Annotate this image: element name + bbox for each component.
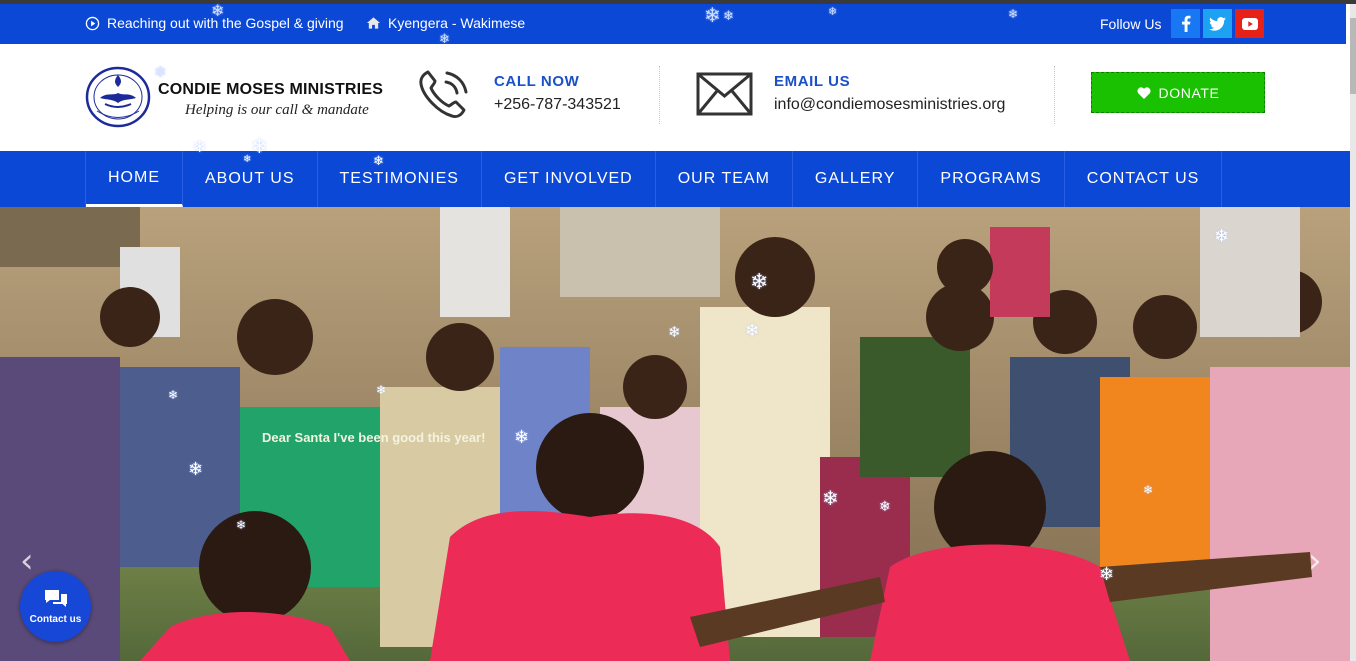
contact-chat-button[interactable]: Contact us: [20, 571, 91, 642]
snowflake-icon: ❄: [879, 498, 891, 514]
snowflake-icon: ❄: [243, 154, 252, 165]
divider: [659, 66, 660, 124]
facebook-button[interactable]: [1171, 9, 1200, 38]
snowflake-icon: ❄: [668, 324, 681, 341]
nav-item-gallery[interactable]: GALLERY: [793, 151, 919, 207]
chat-label: Contact us: [29, 614, 82, 625]
snowflake-icon: ❄: [188, 459, 204, 479]
snowflake-icon: ❄: [514, 427, 530, 447]
nav-item-programs[interactable]: PROGRAMS: [918, 151, 1065, 207]
heart-icon: [1137, 86, 1151, 99]
envelope-icon: [696, 72, 753, 116]
donate-label: DONATE: [1158, 84, 1220, 101]
phone-icon: [419, 70, 468, 118]
snowflake-icon: ❄: [439, 31, 450, 46]
nav-item-home[interactable]: HOME: [86, 151, 183, 207]
top-bar: Reaching out with the Gospel & giving Ky…: [0, 4, 1346, 44]
snowflake-icon: ❄: [376, 383, 387, 397]
slider-next-arrow[interactable]: ›: [1308, 541, 1322, 581]
snowflake-icon: ❄: [193, 139, 207, 156]
youtube-icon: [1241, 17, 1258, 30]
youtube-button[interactable]: [1235, 9, 1264, 38]
ministry-logo-icon[interactable]: [85, 66, 151, 128]
nav-item-our-team[interactable]: OUR TEAM: [656, 151, 793, 207]
snowflake-icon: ❄: [211, 3, 225, 20]
scrollbar-thumb[interactable]: [1350, 18, 1356, 94]
brand-tagline: Helping is our call & mandate: [185, 102, 369, 118]
main-navigation: HOME ABOUT US TESTIMONIES GET INVOLVED O…: [0, 151, 1350, 207]
snowflake-icon: ❄: [745, 321, 760, 340]
snowflake-icon: ❄: [750, 269, 769, 294]
snowflake-icon: ❄: [704, 5, 721, 27]
call-now-label: CALL NOW: [494, 73, 580, 90]
location-item: Kyengera - Wakimese: [366, 15, 525, 31]
nav-item-contact-us[interactable]: CONTACT US: [1065, 151, 1223, 207]
snowflake-icon: ❄: [168, 388, 179, 402]
hero-slider: Dear Santa I've been good this year! ❄ ❄…: [0, 207, 1350, 661]
snowflake-icon: ❄: [236, 518, 247, 532]
page-scrollbar[interactable]: [1350, 4, 1356, 661]
shirt-print: Dear Santa I've been good this year!: [262, 430, 485, 445]
snowflake-icon: ❄: [723, 8, 734, 23]
facebook-icon: [1181, 15, 1190, 32]
snowflake-icon: ❄: [828, 6, 838, 18]
location-text: Kyengera - Wakimese: [388, 15, 526, 31]
snowflake-icon: ❄: [1008, 7, 1019, 21]
slider-prev-arrow[interactable]: ‹: [20, 541, 34, 581]
snowflake-icon: ❄: [1214, 226, 1230, 246]
tagline-text: Reaching out with the Gospel & giving: [107, 15, 344, 31]
site-header: CONDIE MOSES MINISTRIES Helping is our c…: [0, 44, 1346, 151]
home-icon: [366, 17, 381, 29]
brand-name[interactable]: CONDIE MOSES MINISTRIES: [158, 81, 383, 99]
email-us-label: EMAIL US: [774, 73, 851, 90]
hero-photo: Dear Santa I've been good this year!: [0, 207, 1350, 661]
twitter-button[interactable]: [1203, 9, 1232, 38]
divider: [1054, 66, 1055, 124]
nav-item-get-involved[interactable]: GET INVOLVED: [482, 151, 656, 207]
email-address[interactable]: info@condiemosesministries.org: [774, 96, 1005, 114]
snowflake-icon: ❄: [1143, 483, 1154, 497]
follow-label: Follow Us: [1100, 16, 1162, 32]
play-circle-icon: [85, 16, 100, 30]
donate-button[interactable]: DONATE: [1091, 72, 1265, 113]
chat-bubbles-icon: [44, 590, 67, 607]
twitter-icon: [1209, 16, 1226, 31]
snowflake-icon: ❄: [1099, 564, 1115, 584]
nav-item-testimonies[interactable]: TESTIMONIES: [318, 151, 482, 207]
snowflake-icon: ❄: [373, 153, 384, 168]
snowflake-icon: ❄: [154, 64, 167, 81]
snowflake-icon: ❄: [251, 136, 268, 158]
snowflake-icon: ❄: [822, 488, 839, 510]
phone-number[interactable]: +256-787-343521: [494, 96, 621, 114]
